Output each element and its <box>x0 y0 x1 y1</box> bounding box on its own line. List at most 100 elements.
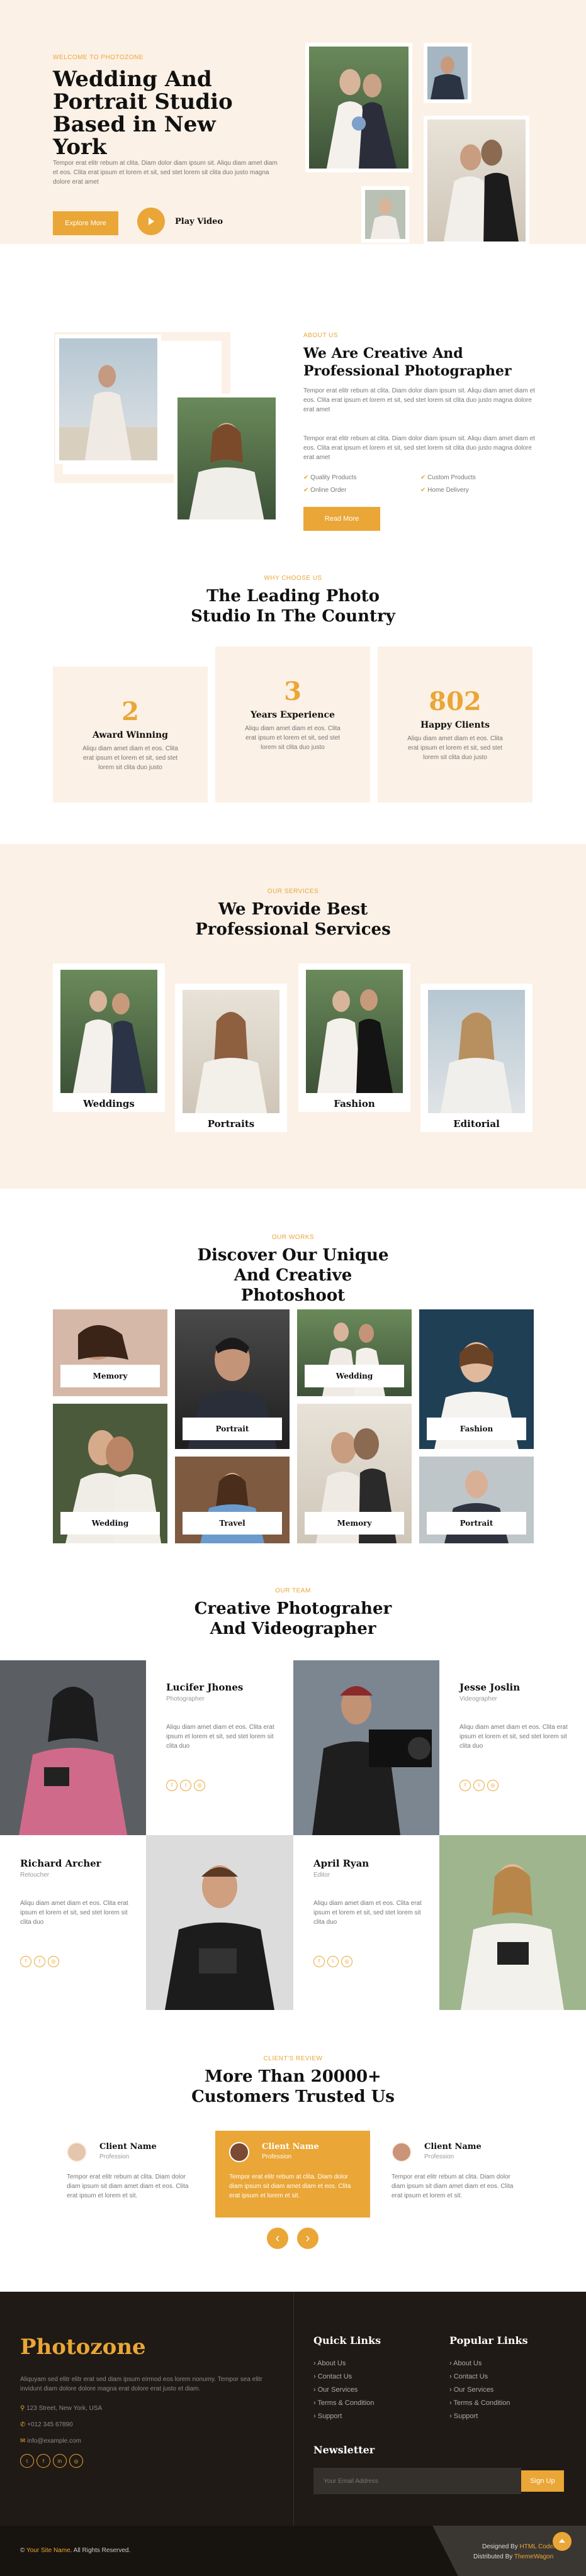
features-section: WHY CHOOSE US The Leading Photo Studio I… <box>0 571 586 844</box>
team-text: Aliqu diam amet diam et eos. Clita erat … <box>313 1900 422 1926</box>
hero-text: Tempor erat elitr rebum at clita. Diam d… <box>53 160 278 186</box>
instagram-icon[interactable]: ◎ <box>48 1955 59 1967</box>
link-text: Our Services <box>453 2386 494 2394</box>
facebook-icon[interactable]: f <box>37 2454 50 2468</box>
about-check-3: ✔ Online Order <box>303 487 346 494</box>
link-text: Support <box>453 2412 478 2420</box>
portfolio-item-memory-2[interactable]: Memory <box>297 1404 412 1543</box>
quick-link[interactable]: › Support <box>313 2410 374 2423</box>
services-subtitle: OUR SERVICES <box>267 888 319 895</box>
twitter-icon[interactable]: t <box>327 1955 339 1967</box>
copyright-site-name[interactable]: Your Site Name <box>26 2547 70 2554</box>
quick-link[interactable]: › Contact Us <box>313 2370 374 2384</box>
service-photo <box>60 970 157 1093</box>
service-card-weddings[interactable]: Weddings <box>53 963 165 1112</box>
twitter-icon[interactable]: t <box>473 1779 485 1791</box>
portfolio-item-portrait[interactable]: Portrait <box>175 1309 290 1449</box>
link-text: About Us <box>453 2360 482 2367</box>
service-card-portraits[interactable]: Portraits <box>175 984 287 1132</box>
service-photo <box>183 990 279 1113</box>
feature-title: Award Winning <box>93 730 168 740</box>
portfolio-label: Portrait <box>427 1512 526 1535</box>
team-text: Aliqu diam amet diam et eos. Clita erat … <box>20 1900 128 1926</box>
service-name: Fashion <box>334 1098 375 1109</box>
popular-link[interactable]: › Terms & Condition <box>449 2397 510 2410</box>
twitter-icon[interactable]: t <box>34 1955 45 1967</box>
play-video-button[interactable]: Play Video <box>137 208 223 235</box>
review-card-1: Client Name Profession Tempor erat elitr… <box>53 2131 208 2218</box>
facebook-icon[interactable]: f <box>166 1779 177 1791</box>
team-photo-jesse <box>293 1660 439 1835</box>
facebook-icon[interactable]: f <box>313 1955 325 1967</box>
portfolio-item-travel[interactable]: Travel <box>175 1457 290 1543</box>
instagram-icon[interactable]: ◎ <box>69 2454 83 2468</box>
team-social: f t ◎ <box>313 1955 429 1967</box>
popular-link[interactable]: › Our Services <box>449 2384 510 2397</box>
twitter-icon[interactable]: t <box>20 2454 34 2468</box>
hero-title: Wedding And Portrait Studio Based in New… <box>53 67 233 160</box>
portfolio-label: Wedding <box>305 1365 404 1387</box>
quick-link[interactable]: › Our Services <box>313 2384 374 2397</box>
features-subtitle: WHY CHOOSE US <box>264 575 322 582</box>
newsletter-email-input[interactable] <box>313 2468 521 2494</box>
service-name: Portraits <box>207 1118 255 1130</box>
portfolio-item-fashion[interactable]: Fashion <box>419 1309 534 1449</box>
link-text: Contact Us <box>453 2373 488 2380</box>
works-title: Discover Our Unique And Creative Photosh… <box>197 1246 389 1305</box>
phone-icon: ✆ <box>20 2421 26 2428</box>
address-text: 123 Street, New York, USA <box>26 2405 103 2412</box>
service-photo <box>428 990 525 1113</box>
team-photo-richard <box>146 1835 293 2010</box>
portfolio-item-memory[interactable]: Memory <box>53 1309 167 1396</box>
distributed-by-link[interactable]: ThemeWagon <box>514 2553 553 2560</box>
client-name: Client Name <box>99 2142 157 2151</box>
client-role: Profession <box>262 2153 292 2160</box>
service-card-fashion[interactable]: Fashion <box>298 963 410 1112</box>
newsletter-title: Newsletter <box>313 2444 375 2456</box>
service-card-editorial[interactable]: Editorial <box>420 984 532 1132</box>
about-check-4: ✔ Home Delivery <box>420 487 469 494</box>
review-card-2: Client Name Profession Tempor erat elitr… <box>215 2131 370 2218</box>
popular-link[interactable]: › Support <box>449 2410 510 2423</box>
hero-section: WELCOME TO PHOTOZONE Wedding And Portrai… <box>0 0 586 245</box>
read-more-button[interactable]: Read More <box>303 507 380 531</box>
team-name: Richard Archer <box>20 1858 101 1869</box>
testimonial-subtitle: CLIENT'S REVIEW <box>263 2055 323 2062</box>
back-to-top-button[interactable] <box>553 2532 572 2551</box>
review-text: Tempor erat elitr rebum at clita. Diam d… <box>67 2174 189 2199</box>
features-title: The Leading Photo Studio In The Country <box>191 587 395 626</box>
carousel-next-button[interactable]: › <box>297 2228 318 2249</box>
hero-photo-couple <box>305 43 412 172</box>
facebook-icon[interactable]: f <box>20 1955 31 1967</box>
popular-link[interactable]: › Contact Us <box>449 2370 510 2384</box>
footer-brand[interactable]: Photozone <box>20 2334 146 2360</box>
popular-link[interactable]: › About Us <box>449 2357 510 2370</box>
team-title: Creative Photograher And Videographer <box>194 1599 392 1638</box>
feature-number: 802 <box>429 687 482 716</box>
portfolio-item-wedding-1[interactable]: Wedding <box>297 1309 412 1396</box>
quick-link[interactable]: › Terms & Condition <box>313 2397 374 2410</box>
quick-link[interactable]: › About Us <box>313 2357 374 2370</box>
team-social: f t ◎ <box>166 1779 282 1791</box>
newsletter-signup-button[interactable]: Sign Up <box>521 2470 564 2492</box>
check-label: Quality Products <box>310 474 357 481</box>
carousel-prev-button[interactable]: ‹ <box>267 2228 288 2249</box>
feature-title: Years Experience <box>251 710 335 720</box>
portfolio-item-portrait-2[interactable]: Portrait <box>419 1457 534 1543</box>
team-info-april: April Ryan Editor Aliqu diam amet diam e… <box>313 1858 429 1967</box>
link-text: About Us <box>317 2360 346 2367</box>
review-card-3: Client Name Profession Tempor erat elitr… <box>378 2131 532 2218</box>
avatar <box>67 2142 87 2162</box>
explore-more-button[interactable]: Explore More <box>53 211 118 235</box>
team-info-lucifer: Lucifer Jhones Photographer Aliqu diam a… <box>166 1682 282 1791</box>
instagram-icon[interactable]: ◎ <box>487 1779 499 1791</box>
instagram-icon[interactable]: ◎ <box>341 1955 352 1967</box>
designed-by-link[interactable]: HTML Codex <box>519 2543 556 2550</box>
team-name: Jesse Joslin <box>459 1682 521 1693</box>
twitter-icon[interactable]: t <box>180 1779 191 1791</box>
team-subtitle: OUR TEAM <box>275 1587 311 1594</box>
linkedin-icon[interactable]: in <box>53 2454 67 2468</box>
instagram-icon[interactable]: ◎ <box>194 1779 205 1791</box>
portfolio-item-wedding-2[interactable]: Wedding <box>53 1404 167 1543</box>
facebook-icon[interactable]: f <box>459 1779 471 1791</box>
